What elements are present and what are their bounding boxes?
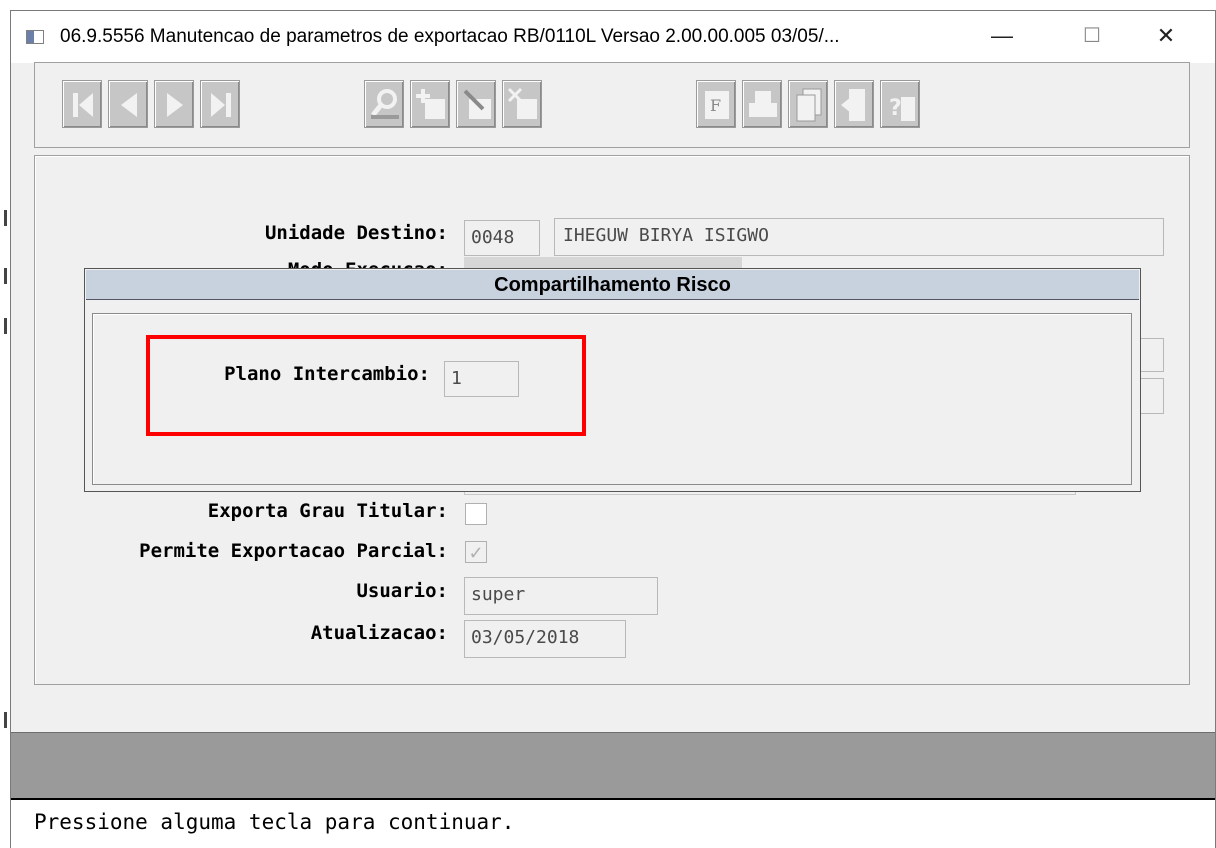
exit-icon <box>841 89 865 121</box>
print-button[interactable] <box>742 80 782 128</box>
permite-exportacao-parcial-checkbox[interactable]: ✓ <box>465 541 487 563</box>
copy-button[interactable] <box>788 80 828 128</box>
dialog-title[interactable]: Compartilhamento Risco <box>86 270 1139 300</box>
usuario-field[interactable]: super <box>464 577 658 615</box>
search-button[interactable] <box>364 80 404 128</box>
usuario-label: Usuario: <box>356 580 448 602</box>
atualizacao-label: Atualizacao: <box>310 622 448 644</box>
svg-text:F: F <box>710 96 721 115</box>
previous-record-button[interactable] <box>108 80 148 128</box>
unidade-destino-code-field[interactable]: 0048 <box>464 220 540 256</box>
previous-record-icon <box>121 93 137 117</box>
app-icon[interactable] <box>26 30 44 44</box>
background-mark <box>4 210 7 226</box>
first-record-icon <box>73 93 93 117</box>
permite-exportacao-parcial-label: Permite Exportacao Parcial: <box>139 540 448 562</box>
svg-text:?: ? <box>889 96 902 121</box>
add-button[interactable] <box>410 80 450 128</box>
last-record-button[interactable] <box>200 80 240 128</box>
close-button[interactable]: ✕ <box>1136 18 1196 54</box>
background-mark <box>4 268 7 284</box>
highlight-box <box>146 335 586 436</box>
maximize-button[interactable]: ☐ <box>1062 18 1122 54</box>
print-icon <box>749 91 777 117</box>
hidden-field-edge[interactable] <box>1140 338 1164 372</box>
gray-bar <box>11 732 1215 798</box>
filter-icon: F <box>705 91 729 119</box>
status-message: Pressione alguma tecla para continuar. <box>34 810 515 834</box>
delete-icon <box>507 87 537 119</box>
minimize-button[interactable]: — <box>972 18 1032 54</box>
delete-button[interactable] <box>502 80 542 128</box>
atualizacao-field[interactable]: 03/05/2018 <box>464 620 626 658</box>
exit-button[interactable] <box>834 80 874 128</box>
unidade-destino-name-field[interactable]: IHEGUW BIRYA ISIGWO <box>554 218 1164 256</box>
copy-icon <box>796 88 822 122</box>
search-icon <box>371 89 399 119</box>
hidden-field-edge[interactable] <box>1140 378 1164 414</box>
add-icon <box>416 89 445 119</box>
filter-button[interactable]: F <box>696 80 736 128</box>
background-mark <box>4 318 7 334</box>
help-button[interactable]: ? <box>880 80 920 128</box>
background-mark <box>4 712 7 728</box>
exporta-grau-titular-checkbox[interactable] <box>465 503 487 525</box>
edit-button[interactable] <box>456 80 496 128</box>
exporta-grau-titular-label: Exporta Grau Titular: <box>207 500 448 522</box>
unidade-destino-label: Unidade Destino: <box>264 222 448 244</box>
help-icon: ? <box>889 96 915 121</box>
edit-icon <box>463 89 491 119</box>
first-record-button[interactable] <box>62 80 102 128</box>
next-record-button[interactable] <box>154 80 194 128</box>
last-record-icon <box>211 93 231 117</box>
window-title: 06.9.5556 Manutencao de parametros de ex… <box>60 26 840 47</box>
next-record-icon <box>167 93 183 117</box>
